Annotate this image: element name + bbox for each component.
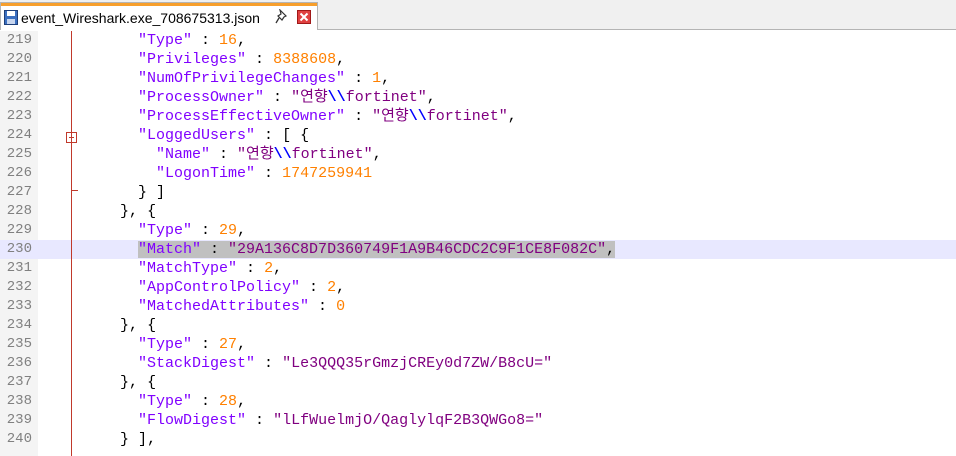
code-line[interactable]: 222 "ProcessOwner" : "연향\\fortinet",	[0, 88, 956, 107]
line-number: 230	[6, 241, 32, 257]
tab-bar: event_Wireshark.exe_708675313.json	[0, 0, 956, 30]
line-number: 227	[6, 184, 32, 200]
code-text[interactable]: "LoggedUsers" : [ {	[84, 126, 309, 145]
code-text[interactable]: "Name" : "연향\\fortinet",	[84, 145, 382, 164]
code-line[interactable]: 237 }, {	[0, 373, 956, 392]
line-number: 224	[6, 127, 32, 143]
code-line[interactable]: 230 "Match" : "29A136C8D7D360749F1A9B46C…	[0, 240, 956, 259]
code-line[interactable]: 227 } ]	[0, 183, 956, 202]
line-number: 226	[6, 165, 32, 181]
code-text[interactable]: "Type" : 27,	[84, 335, 246, 354]
code-line[interactable]: 225 "Name" : "연향\\fortinet",	[0, 145, 956, 164]
code-line[interactable]: 236 "StackDigest" : "Le3QQQ35rGmzjCREy0d…	[0, 354, 956, 373]
code-text[interactable]: "ProcessEffectiveOwner" : "연향\\fortinet"…	[84, 107, 517, 126]
line-number: 231	[6, 260, 32, 276]
tab-file[interactable]: event_Wireshark.exe_708675313.json	[0, 2, 318, 30]
code-line[interactable]: 239 "FlowDigest" : "lLfWuelmjO/QaglylqF2…	[0, 411, 956, 430]
code-line[interactable]: 238 "Type" : 28,	[0, 392, 956, 411]
text-selection: "Match" : "29A136C8D7D360749F1A9B46CDC2C…	[138, 241, 616, 258]
line-number: 225	[6, 146, 32, 162]
code-line[interactable]: 219 "Type" : 16,	[0, 31, 956, 50]
line-number: 239	[6, 412, 32, 428]
code-line[interactable]: 220 "Privileges" : 8388608,	[0, 50, 956, 69]
code-text[interactable]: } ]	[84, 183, 165, 202]
line-number: 222	[6, 89, 32, 105]
code-text[interactable]: "Type" : 16,	[84, 31, 246, 50]
line-number: 236	[6, 355, 32, 371]
line-number: 237	[6, 374, 32, 390]
code-text[interactable]: "FlowDigest" : "lLfWuelmjO/QaglylqF2B3QW…	[84, 411, 543, 430]
code-line[interactable]: 233 "MatchedAttributes" : 0	[0, 297, 956, 316]
line-number: 232	[6, 279, 32, 295]
code-text[interactable]: "ProcessOwner" : "연향\\fortinet",	[84, 88, 436, 107]
line-number: 240	[6, 431, 32, 447]
code-text[interactable]: "AppControlPolicy" : 2,	[84, 278, 345, 297]
code-text[interactable]: "Privileges" : 8388608,	[84, 50, 345, 69]
save-icon	[4, 10, 18, 25]
code-text[interactable]: } ],	[84, 430, 156, 449]
code-text[interactable]: "NumOfPrivilegeChanges" : 1,	[84, 69, 390, 88]
code-text[interactable]: "Type" : 28,	[84, 392, 246, 411]
line-number: 235	[6, 336, 32, 352]
code-line[interactable]: 235 "Type" : 27,	[0, 335, 956, 354]
code-text[interactable]: "Type" : 29,	[84, 221, 246, 240]
code-text[interactable]: }, {	[84, 202, 156, 221]
tab-accent	[1, 3, 317, 6]
code-line[interactable]: 226 "LogonTime" : 1747259941	[0, 164, 956, 183]
code-line[interactable]: 240 } ],	[0, 430, 956, 449]
line-number: 223	[6, 108, 32, 124]
code-text[interactable]: "MatchType" : 2,	[84, 259, 282, 278]
code-text[interactable]: "MatchedAttributes" : 0	[84, 297, 345, 316]
tab-title: event_Wireshark.exe_708675313.json	[21, 10, 260, 26]
pin-icon[interactable]	[275, 9, 289, 25]
code-line[interactable]: 224 "LoggedUsers" : [ {	[0, 126, 956, 145]
line-number: 233	[6, 298, 32, 314]
code-text[interactable]: "LogonTime" : 1747259941	[84, 164, 372, 183]
line-number: 238	[6, 393, 32, 409]
code-line[interactable]: 231 "MatchType" : 2,	[0, 259, 956, 278]
code-text[interactable]: "StackDigest" : "Le3QQQ35rGmzjCREy0d7ZW/…	[84, 354, 552, 373]
line-number: 228	[6, 203, 32, 219]
code-line[interactable]: 229 "Type" : 29,	[0, 221, 956, 240]
code-line[interactable]: 221 "NumOfPrivilegeChanges" : 1,	[0, 69, 956, 88]
code-text[interactable]: }, {	[84, 373, 156, 392]
code-text[interactable]: }, {	[84, 316, 156, 335]
code-line[interactable]: 223 "ProcessEffectiveOwner" : "연향\\forti…	[0, 107, 956, 126]
code-line[interactable]: 228 }, {	[0, 202, 956, 221]
code-line[interactable]: 234 }, {	[0, 316, 956, 335]
fold-end-marker	[71, 190, 78, 191]
fold-line-outer	[71, 31, 72, 456]
line-number: 221	[6, 70, 32, 86]
code-text[interactable]: "Match" : "29A136C8D7D360749F1A9B46CDC2C…	[84, 240, 616, 259]
close-icon[interactable]	[297, 10, 311, 24]
code-line[interactable]: 232 "AppControlPolicy" : 2,	[0, 278, 956, 297]
line-number: 219	[6, 32, 32, 48]
editor[interactable]: 219 "Type" : 16, 220 "Privileges" : 83886…	[0, 31, 956, 456]
line-number: 229	[6, 222, 32, 238]
line-number: 234	[6, 317, 32, 333]
line-number: 220	[6, 51, 32, 67]
